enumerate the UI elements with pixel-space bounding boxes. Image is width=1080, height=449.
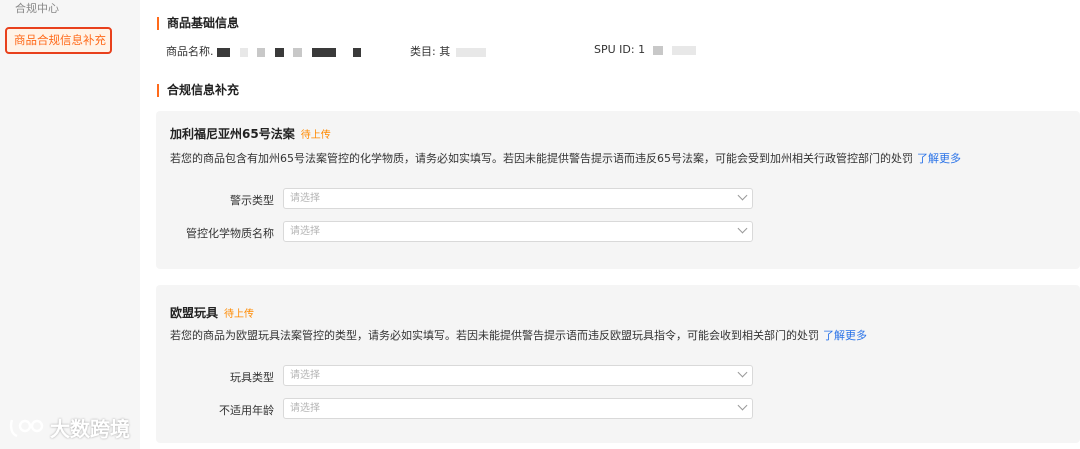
card-title: 加利福尼亚州65号法案 待上传 <box>170 125 331 142</box>
redacted-mask <box>353 47 361 57</box>
product-name-label: 商品名称. <box>166 45 214 58</box>
watermark-logo-icon <box>9 419 44 437</box>
select-placeholder: 请选择 <box>290 403 320 414</box>
card-description: 若您的商品为欧盟玩具法案管控的类型，请务必如实填写。若因未能提供警告提示语而违反… <box>170 327 867 343</box>
sidebar: 合规中心 商品合规信息补充 <box>0 0 140 449</box>
redacted-mask <box>217 47 230 57</box>
compliance-title: 合规信息补充 <box>157 84 239 97</box>
unsuitable-age-select[interactable]: 请选择 <box>283 398 753 419</box>
redacted-mask <box>455 47 486 57</box>
toy-type-select[interactable]: 请选择 <box>283 365 753 386</box>
card-description-text: 若您的商品包含有加州65号法案管控的化学物质，请务必如实填写。若因未能提供警告提… <box>170 152 913 165</box>
spu-label: SPU ID: 1 <box>594 43 646 56</box>
select-placeholder: 请选择 <box>290 370 320 381</box>
redacted-mask <box>257 47 265 57</box>
select-placeholder: 请选择 <box>290 226 320 237</box>
prop65-card: 加利福尼亚州65号法案 待上传 若您的商品包含有加州65号法案管控的化学物质，请务… <box>156 111 1080 269</box>
toy-type-label: 玩具类型 <box>230 371 274 384</box>
category-row: 类目: 其 <box>410 43 492 59</box>
card-description-text: 若您的商品为欧盟玩具法案管控的类型，请务必如实填写。若因未能提供警告提示语而违反… <box>170 329 819 342</box>
chemical-name-label: 管控化学物质名称 <box>186 227 274 240</box>
learn-more-link[interactable]: 了解更多 <box>823 329 867 342</box>
chemical-name-select[interactable]: 请选择 <box>283 221 753 242</box>
status-badge: 待上传 <box>224 309 255 320</box>
sidebar-item-product-compliance[interactable]: 商品合规信息补充 <box>5 27 112 54</box>
card-title-text: 欧盟玩具 <box>170 306 219 320</box>
spu-row: SPU ID: 1 <box>594 43 702 56</box>
redacted-mask <box>652 45 663 55</box>
learn-more-link[interactable]: 了解更多 <box>917 152 961 165</box>
chevron-down-icon <box>737 367 748 378</box>
card-title-text: 加利福尼亚州65号法案 <box>170 127 295 141</box>
redacted-mask <box>311 47 336 57</box>
product-name-row: 商品名称. <box>166 43 367 59</box>
chevron-down-icon <box>737 400 748 411</box>
basic-info-title: 商品基础信息 <box>157 17 239 30</box>
watermark: 大数跨境 <box>8 413 130 442</box>
select-placeholder: 请选择 <box>290 193 320 204</box>
redacted-mask <box>293 47 302 57</box>
unsuitable-age-label: 不适用年龄 <box>219 404 274 417</box>
category-label: 类目: 其 <box>410 45 451 58</box>
eu-toys-card: 欧盟玩具 待上传 若您的商品为欧盟玩具法案管控的类型，请务必如实填写。若因未能提供… <box>156 285 1080 443</box>
sidebar-group-title: 合规中心 <box>15 2 59 15</box>
status-badge: 待上传 <box>300 130 331 141</box>
watermark-text: 大数跨境 <box>50 417 130 441</box>
warning-type-label: 警示类型 <box>230 194 274 207</box>
chevron-down-icon <box>737 190 748 201</box>
chevron-down-icon <box>737 223 748 234</box>
card-title: 欧盟玩具 待上传 <box>170 304 254 321</box>
card-description: 若您的商品包含有加州65号法案管控的化学物质，请务必如实填写。若因未能提供警告提… <box>170 150 961 166</box>
redacted-mask <box>672 45 697 55</box>
redacted-mask <box>239 47 248 57</box>
warning-type-select[interactable]: 请选择 <box>283 188 753 209</box>
redacted-mask <box>274 47 284 57</box>
